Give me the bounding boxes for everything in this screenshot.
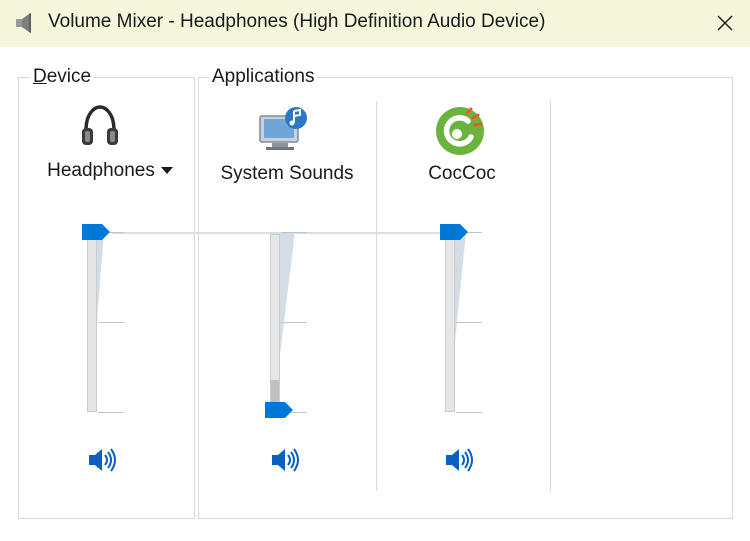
slider-tick [98,412,124,413]
device-volume-slider[interactable] [82,224,144,424]
speaker-icon [16,13,31,33]
headphones-icon [82,105,118,145]
slider-track [87,234,97,412]
device-mute-button[interactable] [86,444,118,476]
app-name: CocCoc [428,163,496,184]
slider-tick [281,322,307,323]
column-divider [376,101,377,491]
slider-thumb[interactable] [265,402,295,418]
coccoc-mute-button[interactable] [443,444,475,476]
applications-group-label: Applications [209,66,318,88]
system-sounds-volume-slider[interactable] [265,224,327,424]
window-title: Volume Mixer - Headphones (High Definiti… [48,11,546,32]
chevron-down-icon [160,167,173,174]
title-bar: Volume Mixer - Headphones (High Definiti… [0,0,750,47]
slider-tick [456,322,482,323]
close-icon [717,15,733,31]
close-button[interactable] [706,6,744,40]
slider-thumb[interactable] [82,224,112,240]
slider-track [445,234,455,412]
coccoc-volume-slider[interactable] [440,224,502,424]
device-name: Headphones [47,160,155,181]
slider-thumb[interactable] [440,224,470,240]
slider-tick [281,232,307,233]
device-dropdown[interactable]: Headphones [40,160,180,188]
slider-tick [98,322,124,323]
coccoc-icon [436,107,484,155]
system-sounds-mute-button[interactable] [269,444,301,476]
system-sounds-icon [259,107,307,150]
app-name: System Sounds [220,163,354,184]
device-group-label: Device [30,66,95,88]
slider-tick [456,412,482,413]
column-divider [550,101,551,491]
